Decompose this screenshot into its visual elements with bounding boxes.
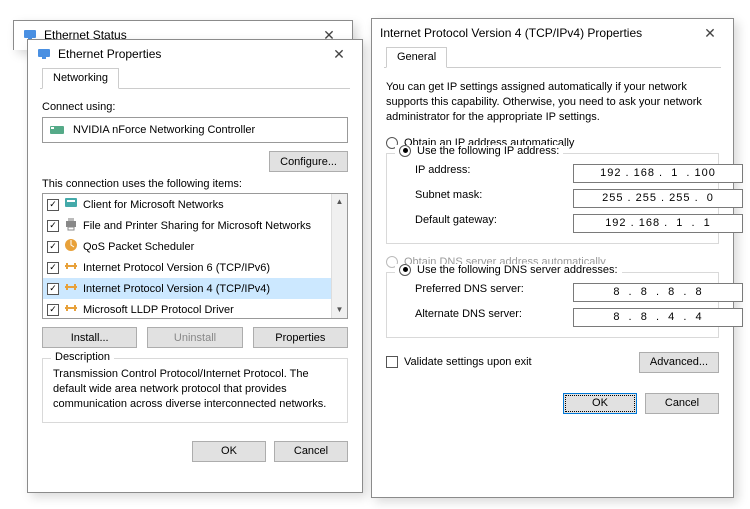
ipv4-title: Internet Protocol Version 4 (TCP/IPv4) P… — [380, 26, 642, 40]
items-label: This connection uses the following items… — [42, 178, 348, 190]
ok-button[interactable]: OK — [563, 393, 637, 414]
description-legend: Description — [51, 351, 114, 363]
close-icon[interactable]: ✕ — [320, 43, 358, 65]
cancel-button[interactable]: Cancel — [274, 441, 348, 462]
adapter-field[interactable]: NVIDIA nForce Networking Controller — [42, 117, 348, 143]
ipv4-intro: You can get IP settings assigned automat… — [386, 80, 719, 125]
uninstall-button[interactable]: Uninstall — [147, 327, 242, 348]
subnet-mask-input[interactable] — [573, 189, 743, 208]
gateway-input[interactable] — [573, 214, 743, 233]
ethernet-properties-window: Ethernet Properties ✕ Networking Connect… — [27, 39, 363, 493]
alternate-dns-input[interactable] — [573, 308, 743, 327]
adapter-name: NVIDIA nForce Networking Controller — [73, 124, 255, 136]
item-checkbox[interactable] — [47, 220, 59, 232]
network-icon — [36, 46, 52, 62]
configure-button[interactable]: Configure... — [269, 151, 348, 172]
item-checkbox[interactable] — [47, 199, 59, 211]
list-item[interactable]: QoS Packet Scheduler — [43, 236, 347, 257]
radio-use-ip[interactable] — [399, 145, 411, 157]
protocol-icon — [63, 237, 79, 256]
tab-general[interactable]: General — [386, 47, 447, 68]
properties-button[interactable]: Properties — [253, 327, 348, 348]
protocol-icon — [63, 216, 79, 235]
install-button[interactable]: Install... — [42, 327, 137, 348]
item-checkbox[interactable] — [47, 262, 59, 274]
ethernet-properties-titlebar: Ethernet Properties ✕ — [28, 40, 362, 68]
advanced-button[interactable]: Advanced... — [639, 352, 719, 373]
validate-checkbox[interactable] — [386, 356, 398, 368]
close-icon[interactable]: ✕ — [691, 22, 729, 44]
list-item[interactable]: File and Printer Sharing for Microsoft N… — [43, 215, 347, 236]
use-ip-label: Use the following IP address: — [417, 145, 559, 157]
connect-using-label: Connect using: — [42, 101, 348, 113]
item-checkbox[interactable] — [47, 283, 59, 295]
protocol-icon — [63, 195, 79, 214]
subnet-mask-label: Subnet mask: — [415, 189, 565, 208]
list-item[interactable]: Internet Protocol Version 6 (TCP/IPv6) — [43, 257, 347, 278]
item-label: File and Printer Sharing for Microsoft N… — [83, 220, 311, 232]
cancel-button[interactable]: Cancel — [645, 393, 719, 414]
list-item[interactable]: Microsoft LLDP Protocol Driver — [43, 299, 347, 319]
radio-use-dns[interactable] — [399, 264, 411, 276]
validate-label: Validate settings upon exit — [404, 356, 532, 368]
alternate-dns-label: Alternate DNS server: — [415, 308, 565, 327]
protocol-icon — [63, 258, 79, 277]
scroll-down-icon[interactable]: ▼ — [336, 302, 344, 318]
item-label: Internet Protocol Version 6 (TCP/IPv6) — [83, 262, 270, 274]
ip-address-input[interactable] — [573, 164, 743, 183]
list-item[interactable]: Client for Microsoft Networks — [43, 194, 347, 215]
ipv4-properties-window: Internet Protocol Version 4 (TCP/IPv4) P… — [371, 18, 734, 498]
ip-address-label: IP address: — [415, 164, 565, 183]
gateway-label: Default gateway: — [415, 214, 565, 233]
ethernet-properties-title: Ethernet Properties — [58, 47, 161, 61]
preferred-dns-label: Preferred DNS server: — [415, 283, 565, 302]
protocol-icon — [63, 300, 79, 319]
item-label: QoS Packet Scheduler — [83, 241, 194, 253]
list-item[interactable]: Internet Protocol Version 4 (TCP/IPv4) — [43, 278, 347, 299]
use-dns-label: Use the following DNS server addresses: — [417, 264, 618, 276]
ok-button[interactable]: OK — [192, 441, 266, 462]
tabstrip: General — [384, 47, 721, 68]
tabstrip: Networking — [40, 68, 350, 89]
item-label: Client for Microsoft Networks — [83, 199, 224, 211]
adapter-icon — [49, 122, 65, 138]
item-checkbox[interactable] — [47, 304, 59, 316]
item-label: Internet Protocol Version 4 (TCP/IPv4) — [83, 283, 270, 295]
description-text: Transmission Control Protocol/Internet P… — [53, 367, 337, 412]
item-checkbox[interactable] — [47, 241, 59, 253]
scroll-up-icon[interactable]: ▲ — [336, 194, 344, 210]
item-label: Microsoft LLDP Protocol Driver — [83, 304, 234, 316]
preferred-dns-input[interactable] — [573, 283, 743, 302]
protocol-icon — [63, 279, 79, 298]
scrollbar[interactable]: ▲ ▼ — [331, 194, 347, 318]
network-items-list[interactable]: Client for Microsoft Networks File and Pr… — [42, 193, 348, 319]
ipv4-titlebar: Internet Protocol Version 4 (TCP/IPv4) P… — [372, 19, 733, 47]
tab-networking[interactable]: Networking — [42, 68, 119, 89]
